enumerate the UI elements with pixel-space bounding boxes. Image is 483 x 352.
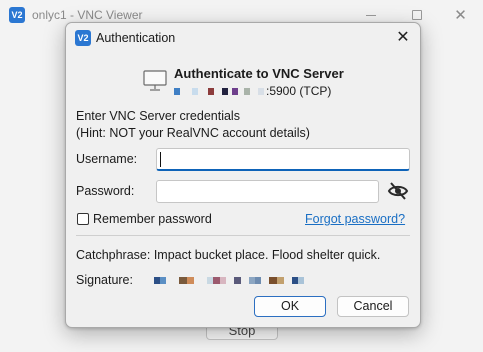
server-port: :5900 (TCP) <box>266 84 332 98</box>
catchphrase: Catchphrase: Impact bucket place. Flood … <box>76 248 381 262</box>
divider <box>76 235 410 236</box>
redacted-block <box>232 87 238 95</box>
maximize-icon <box>411 10 422 20</box>
signature-blocks <box>154 276 304 284</box>
window-title: onlyc1 - VNC Viewer <box>32 8 143 22</box>
dialog-title: Authentication <box>96 31 176 45</box>
remember-password-label: Remember password <box>93 212 212 226</box>
redacted-block <box>192 87 198 95</box>
signature-block <box>255 276 261 284</box>
vnc-viewer-icon: V2 <box>75 30 91 46</box>
monitor-icon <box>143 70 167 91</box>
redacted-address <box>174 87 264 95</box>
signature-block <box>269 276 277 284</box>
signature-label: Signature: <box>76 273 133 287</box>
close-window-button[interactable]: ✕ <box>438 0 483 30</box>
authentication-dialog: V2 Authentication ✕ Authenticate to VNC … <box>65 22 421 328</box>
signature-block <box>277 276 284 284</box>
forgot-password-link[interactable]: Forgot password? <box>305 212 405 226</box>
remember-password-checkbox[interactable] <box>77 213 89 225</box>
close-icon: ✕ <box>454 6 467 24</box>
dialog-titlebar: V2 Authentication ✕ <box>66 23 420 53</box>
username-input[interactable] <box>156 148 410 171</box>
credentials-hint: (Hint: NOT your RealVNC account details) <box>76 126 310 140</box>
cancel-button[interactable]: Cancel <box>337 296 409 317</box>
server-address: :5900 (TCP) <box>174 84 331 98</box>
redacted-block <box>244 87 250 95</box>
redacted-block <box>208 87 214 95</box>
credentials-instruction: Enter VNC Server credentials <box>76 109 240 123</box>
username-label: Username: <box>76 152 138 166</box>
signature-block <box>298 276 304 284</box>
redacted-block <box>174 87 180 95</box>
signature-block <box>160 276 166 284</box>
dialog-close-button[interactable]: ✕ <box>392 27 414 49</box>
minimize-icon <box>365 14 376 16</box>
text-cursor <box>160 152 161 167</box>
signature-block <box>187 276 194 284</box>
ok-button[interactable]: OK <box>254 296 326 317</box>
signature-block <box>220 276 226 284</box>
remember-password-row[interactable]: Remember password <box>77 212 212 226</box>
password-label: Password: <box>76 184 135 198</box>
signature-block <box>234 276 241 284</box>
signature-block <box>179 276 187 284</box>
redacted-block <box>258 87 264 95</box>
signature-block <box>213 276 220 284</box>
auth-heading: Authenticate to VNC Server <box>174 66 344 81</box>
show-password-icon[interactable] <box>387 181 409 201</box>
redacted-block <box>222 87 228 95</box>
vnc-viewer-icon: V2 <box>9 7 25 23</box>
password-input[interactable] <box>156 180 379 203</box>
close-icon: ✕ <box>396 29 410 46</box>
